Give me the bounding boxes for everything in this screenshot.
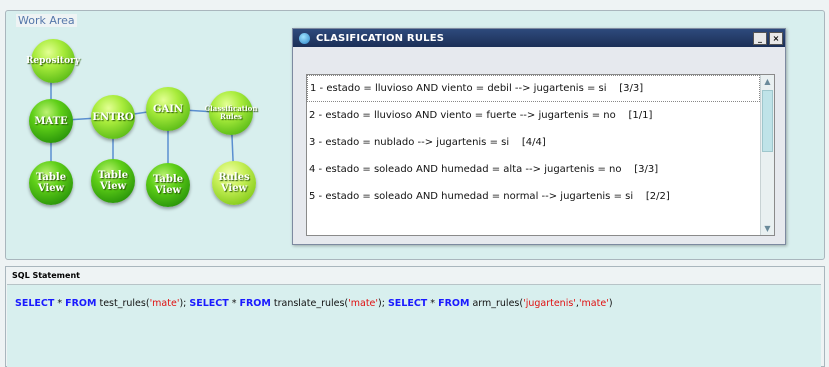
- table-view-node-2[interactable]: Table View: [91, 159, 135, 203]
- rules-view-node[interactable]: Rules View: [212, 161, 256, 205]
- dialog-title: CLASIFICATION RULES: [316, 32, 445, 44]
- table-view-node-1[interactable]: Table View: [29, 161, 73, 205]
- sql-token: );: [179, 298, 190, 309]
- sql-token: 'mate': [348, 298, 379, 309]
- sql-token: FROM: [65, 298, 97, 309]
- sql-token: 'jugartenis': [523, 298, 576, 309]
- rule-item[interactable]: 2 - estado = lluvioso AND viento = fuert…: [307, 102, 760, 129]
- sql-token: );: [378, 298, 388, 309]
- sql-statement-panel: SQL Statement SELECT * FROM test_rules('…: [5, 266, 825, 367]
- sql-token: SELECT: [15, 298, 55, 309]
- sql-token: *: [427, 298, 439, 309]
- sql-token: ): [608, 298, 613, 309]
- workflow-graph: Repository MATE ENTRO GAIN Classificatio…: [6, 11, 286, 259]
- sql-token: 'mate': [578, 298, 609, 309]
- app-icon: [299, 32, 310, 44]
- rule-item[interactable]: 5 - estado = soleado AND humedad = norma…: [307, 183, 760, 210]
- rule-item[interactable]: 4 - estado = soleado AND humedad = alta …: [307, 156, 760, 183]
- rule-item[interactable]: 1 - estado = lluvioso AND viento = debil…: [307, 75, 760, 102]
- minimize-button[interactable]: _: [753, 31, 767, 45]
- sql-query-text[interactable]: SELECT * FROM test_rules('mate'); SELECT…: [15, 298, 613, 309]
- rules-list: 1 - estado = lluvioso AND viento = debil…: [307, 75, 760, 210]
- close-button[interactable]: ×: [769, 31, 783, 45]
- sql-token: *: [54, 298, 66, 309]
- classification-rules-dialog: CLASIFICATION RULES _ × 1 - estado = llu…: [292, 28, 786, 245]
- entro-node[interactable]: ENTRO: [91, 95, 135, 139]
- sql-token: arm_rules(: [469, 298, 524, 309]
- scroll-down-icon[interactable]: ▼: [762, 223, 773, 234]
- sql-token: SELECT: [189, 298, 229, 309]
- table-view-node-3[interactable]: Table View: [146, 163, 190, 207]
- dialog-titlebar[interactable]: CLASIFICATION RULES _ ×: [293, 29, 785, 47]
- scroll-up-icon[interactable]: ▲: [762, 76, 773, 87]
- scrollbar-thumb[interactable]: [762, 90, 773, 152]
- sql-token: SELECT: [387, 298, 428, 309]
- sql-token: 'mate': [149, 298, 180, 309]
- rules-scrollbar[interactable]: ▲ ▼: [760, 75, 774, 235]
- sql-token: *: [228, 298, 240, 309]
- sql-editor[interactable]: SELECT * FROM test_rules('mate'); SELECT…: [7, 284, 821, 367]
- sql-token: FROM: [239, 298, 271, 309]
- rules-list-panel[interactable]: 1 - estado = lluvioso AND viento = debil…: [306, 74, 775, 236]
- sql-token: translate_rules(: [270, 298, 349, 309]
- gain-node[interactable]: GAIN: [146, 87, 190, 131]
- sql-token: FROM: [438, 298, 470, 309]
- rule-item[interactable]: 3 - estado = nublado --> jugartenis = si…: [307, 129, 760, 156]
- sql-token: test_rules(: [96, 298, 150, 309]
- mate-node[interactable]: MATE: [29, 99, 73, 143]
- classification-rules-node[interactable]: Classification Rules: [205, 91, 257, 135]
- sql-statement-label: SQL Statement: [12, 271, 80, 280]
- repository-node[interactable]: Repository: [26, 39, 80, 83]
